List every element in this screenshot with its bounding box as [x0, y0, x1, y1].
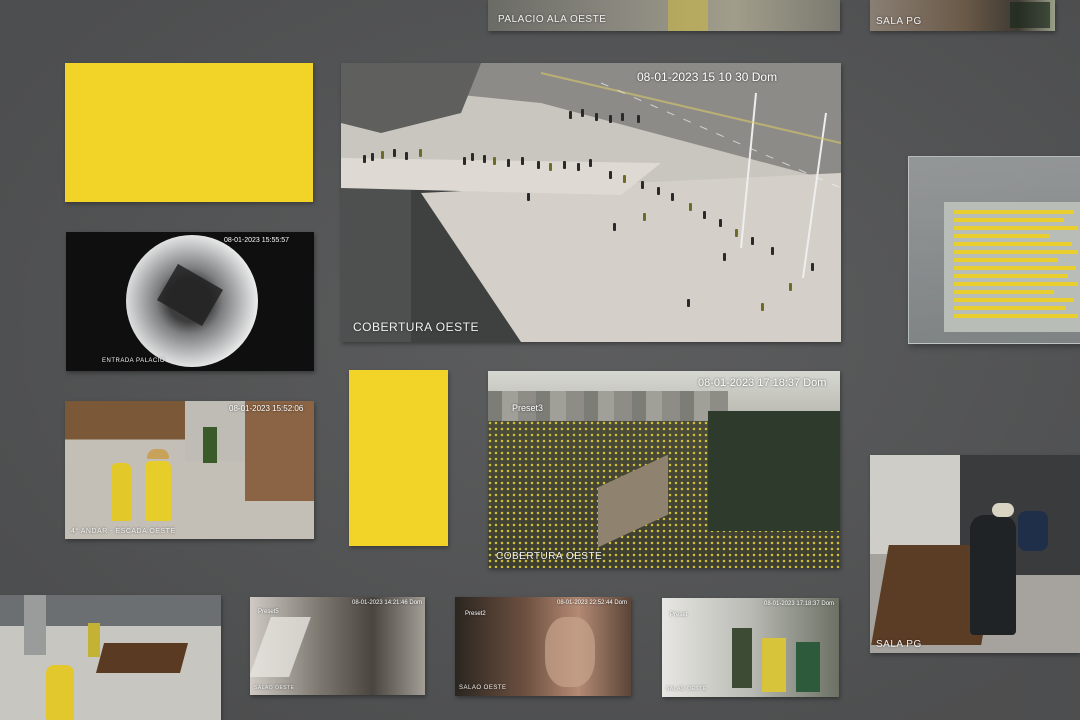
photo-caption: SALA PG [876, 16, 922, 27]
photo-caption: SALAO OESTE [459, 685, 507, 691]
photo-quarto-andar: 08-01-2023 15:52:06 4° ANDAR - ESCADA OE… [65, 401, 314, 539]
photo-palacio-ala-oeste: PALACIO ALA OESTE [488, 0, 840, 31]
photo-sala-pg-top: SALA PG [870, 0, 1055, 31]
photo-preset: Preset2 [465, 611, 486, 617]
yellow-card-large [65, 63, 313, 202]
photo-caption: SALAO OESTE [666, 686, 707, 692]
photo-timestamp: 08-01-2023 15:52:06 [229, 404, 304, 413]
photo-caption: SALA PG [876, 639, 922, 650]
photo-timestamp: 08-01-2023 22:52:44 Dom [557, 600, 628, 606]
photo-bottom-2: Preset2 08-01-2023 22:52:44 Dom SALAO OE… [455, 597, 631, 696]
yellow-card-small [349, 370, 448, 546]
printed-sheet-with-yellow-bars [944, 202, 1080, 332]
photo-preset: Preset3 [512, 403, 544, 413]
photo-entrada-palacio: 08-01-2023 15:55:57 ENTRADA PALACIO [66, 232, 314, 371]
photo-timestamp: 08-01-2023 14:21:46 Dom [352, 600, 423, 606]
photo-bottom-1: Preset5 08-01-2023 14:21:46 Dom SALAO OE… [250, 597, 425, 695]
photo-sala-pg-right: SALA PG [870, 455, 1080, 653]
photo-caption: ENTRADA PALACIO [102, 358, 166, 364]
photo-bottom-3: Preset 08-01-2023 17:18:37 Dom SALAO OES… [662, 598, 839, 697]
photo-timestamp: 08-01-2023 17:18:37 Dom [698, 377, 827, 389]
photo-timestamp: 08-01-2023 15:55:57 [224, 237, 289, 244]
photo-caption: 4° ANDAR - ESCADA OESTE [71, 528, 176, 535]
photo-preset: Preset5 [258, 609, 279, 615]
photo-atrium [0, 595, 221, 720]
photo-preset: Preset [670, 612, 688, 618]
photo-caption: COBERTURA OESTE [496, 551, 603, 562]
photo-caption: PALACIO ALA OESTE [498, 14, 607, 25]
photo-caption: COBERTURA OESTE [353, 320, 479, 334]
photo-timestamp: 08-01-2023 15 10 30 Dom [637, 70, 778, 84]
photo-cobertura-oeste-main: 08-01-2023 15 10 30 Dom COBERTURA OESTE [341, 63, 841, 342]
photo-caption: SALAO OESTE [254, 685, 295, 691]
photo-timestamp: 08-01-2023 17:18:37 Dom [764, 601, 835, 607]
photo-cobertura-oeste-crowd: 08-01-2023 17:18:37 Dom Preset3 COBERTUR… [488, 371, 840, 568]
aerial-scene [341, 63, 841, 342]
